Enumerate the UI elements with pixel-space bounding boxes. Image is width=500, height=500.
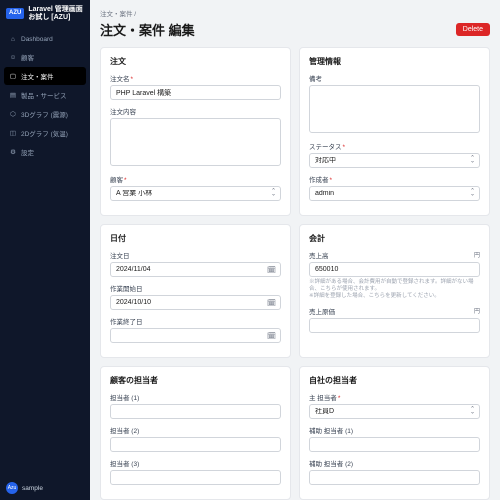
own-sub2-label: 補助 担当者 (2) [309,458,480,468]
card-mgmt-title: 管理情報 [309,56,480,67]
creator-select[interactable]: admin [309,186,480,201]
nav-settings[interactable]: ⚙設定 [4,143,86,161]
cust-p1-input[interactable] [110,404,281,419]
user-icon: ☺ [9,53,17,61]
sidebar-footer[interactable]: Azu sample [0,476,90,500]
end-date-label: 作業終了日 [110,316,281,326]
status-select[interactable]: 対応中 [309,153,480,168]
cust-p1-label: 担当者 (1) [110,392,281,402]
cust-p2-label: 担当者 (2) [110,425,281,435]
card-order: 注文 注文名 注文内容 顧客 A 営業 小林 ⌃⌄ [100,47,291,216]
home-icon: ⌂ [9,35,17,43]
card-acc-title: 会計 [309,233,480,244]
grid-icon: ▤ [9,91,17,99]
nav-3d[interactable]: ⬡3Dグラフ (震源) [4,105,86,123]
order-name-input[interactable] [110,85,281,100]
creator-label: 作成者 [309,174,480,184]
cust-p3-label: 担当者 (3) [110,458,281,468]
nav-orders[interactable]: ▢注文・案件 [4,67,86,85]
sidebar: AZU Laravel 管理画面 お試し [AZU] ⌂Dashboard ☺顧… [0,0,90,500]
own-sub1-input[interactable] [309,437,480,452]
card-accounting: 会計 売上高円 ※詳細がある場合、会計費用が自動で登録されます。詳細がない場合、… [299,224,490,358]
nav-products[interactable]: ▤製品・サービス [4,86,86,104]
start-date-input[interactable] [110,295,281,310]
card-order-title: 注文 [110,56,281,67]
cust-pic-title: 顧客の担当者 [110,375,281,386]
chart-icon: ◫ [9,129,17,137]
card-own-pic: 自社の担当者 主 担当者 社員D ⌃⌄ 補助 担当者 (1) 補助 担当者 (2… [299,366,490,500]
user-name: sample [22,485,43,492]
brand: AZU Laravel 管理画面 お試し [AZU] [0,0,90,27]
cust-p3-input[interactable] [110,470,281,485]
card-dates: 日付 注文日 🗓 作業開始日 🗓 作業終了日 [100,224,291,358]
order-date-label: 注文日 [110,250,281,260]
order-customer-label: 顧客 [110,174,281,184]
note-input[interactable] [309,85,480,133]
sales-hint: ※詳細がある場合、会計費用が自動で登録されます。詳細がない場合、こちらが使用され… [309,279,480,300]
own-pic-title: 自社の担当者 [309,375,480,386]
own-main-label: 主 担当者 [309,392,480,402]
own-sub2-input[interactable] [309,470,480,485]
breadcrumb[interactable]: 注文・案件 / [100,8,490,18]
delete-button[interactable]: Delete [456,23,490,36]
gear-icon: ⚙ [9,148,17,156]
order-content-input[interactable] [110,118,281,166]
sales-label: 売上高円 [309,250,480,260]
card-customer-pic: 顧客の担当者 担当者 (1) 担当者 (2) 担当者 (3) [100,366,291,500]
cube-icon: ⬡ [9,110,17,118]
cost-input[interactable] [309,318,480,333]
nav-2d[interactable]: ◫2Dグラフ (気温) [4,124,86,142]
box-icon: ▢ [9,72,17,80]
page-header: 注文・案件 編集 Delete [100,20,490,39]
own-sub1-label: 補助 担当者 (1) [309,425,480,435]
note-label: 備考 [309,73,480,83]
cust-p2-input[interactable] [110,437,281,452]
order-date-input[interactable] [110,262,281,277]
nav-customers[interactable]: ☺顧客 [4,48,86,66]
order-customer-select[interactable]: A 営業 小林 [110,186,281,201]
cost-label: 売上原価円 [309,306,480,316]
order-name-label: 注文名 [110,73,281,83]
card-mgmt: 管理情報 備考 ステータス 対応中 ⌃⌄ 作成者 admin ⌃⌄ [299,47,490,216]
nav: ⌂Dashboard ☺顧客 ▢注文・案件 ▤製品・サービス ⬡3Dグラフ (震… [0,27,90,476]
end-date-input[interactable] [110,328,281,343]
start-date-label: 作業開始日 [110,283,281,293]
status-label: ステータス [309,141,480,151]
brand-title: Laravel 管理画面 お試し [AZU] [28,6,82,21]
card-dates-title: 日付 [110,233,281,244]
main: 注文・案件 / 注文・案件 編集 Delete 注文 注文名 注文内容 顧客 [90,0,500,500]
order-content-label: 注文内容 [110,106,281,116]
avatar: Azu [6,482,18,494]
brand-logo: AZU [6,8,24,19]
page-title: 注文・案件 編集 [100,20,195,39]
nav-dashboard[interactable]: ⌂Dashboard [4,31,86,47]
own-main-select[interactable]: 社員D [309,404,480,419]
sales-input[interactable] [309,262,480,277]
